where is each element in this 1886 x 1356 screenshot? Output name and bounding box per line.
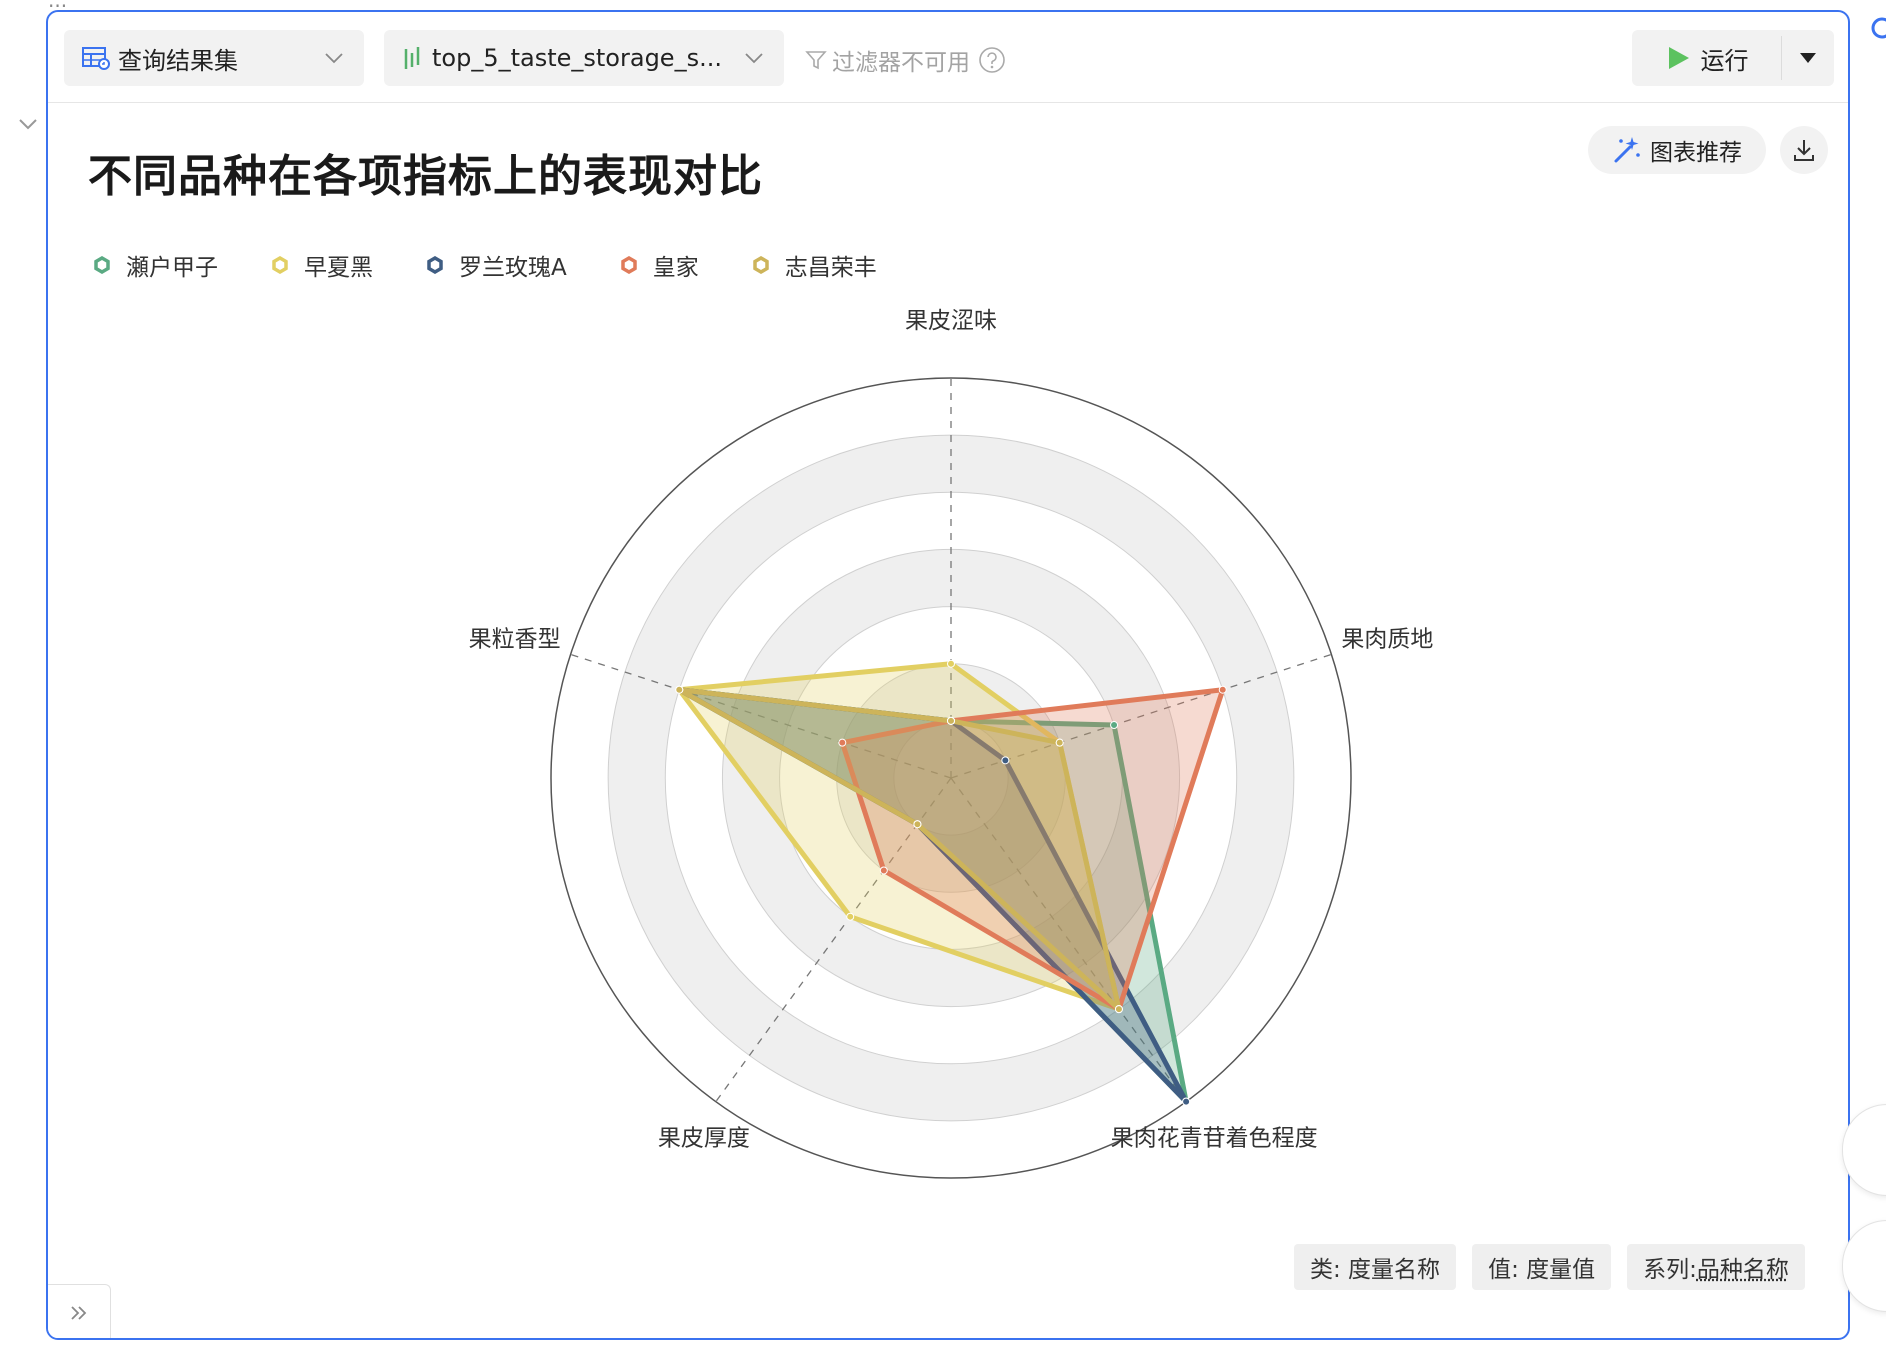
series-tag-prefix: 系列: <box>1643 1257 1697 1283</box>
radar-data-point <box>1182 1097 1191 1106</box>
radar-data-point <box>913 820 922 829</box>
expand-panel-button[interactable] <box>48 1284 111 1338</box>
radar-axis-label: 果肉花青苷着色程度 <box>1111 1126 1318 1152</box>
double-chevron-right-icon <box>71 1306 87 1320</box>
radar-data-point <box>1114 1005 1123 1014</box>
encoding-tags: 类: 度量名称 值: 度量值 系列: 品种名称 <box>1294 1244 1821 1290</box>
radar-data-point <box>1001 756 1010 765</box>
radar-axis-label: 果皮厚度 <box>658 1126 750 1152</box>
radar-data-point <box>1055 738 1064 747</box>
radar-data-point <box>1218 685 1227 694</box>
value-encoding-tag[interactable]: 值: 度量值 <box>1472 1244 1612 1290</box>
radar-data-point <box>947 659 955 668</box>
radar-axis-label: 果皮涩味 <box>905 308 997 334</box>
collapse-chevron-icon[interactable] <box>16 112 40 136</box>
radar-data-point <box>846 912 855 921</box>
radar-axis-label: 果粒香型 <box>469 626 561 652</box>
radar-data-point <box>879 866 888 875</box>
series-encoding-tag[interactable]: 系列: 品种名称 <box>1627 1244 1805 1290</box>
radar-data-point <box>675 685 684 694</box>
radar-data-point <box>947 716 955 725</box>
radar-data-point <box>838 738 847 747</box>
radar-chart: 果皮涩味果肉质地果肉花青苷着色程度 果皮厚度 果粒香型 <box>469 308 1433 1179</box>
chart-panel: 查询结果集 top_5_taste_storage_s... 过滤器不可用 运行… <box>46 10 1850 1340</box>
category-encoding-tag[interactable]: 类: 度量名称 <box>1294 1244 1457 1290</box>
radar-data-point <box>1110 721 1119 730</box>
eye-icon[interactable] <box>1868 16 1886 40</box>
series-tag-value: 品种名称 <box>1696 1257 1789 1283</box>
radar-axis-label: 果肉质地 <box>1341 626 1433 652</box>
